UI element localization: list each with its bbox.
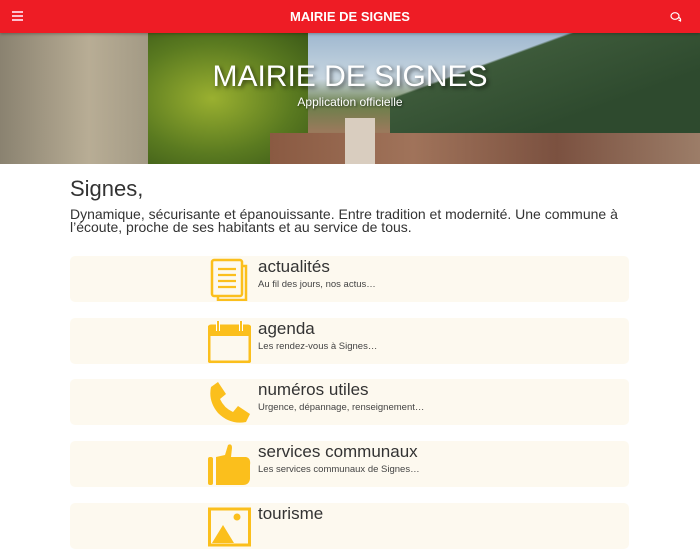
top-app-bar: MAIRIE DE SIGNES: [0, 0, 700, 33]
menu-item-title: services communaux: [258, 442, 418, 461]
menu-item-title: actualités: [258, 257, 330, 276]
menu-item-services-communaux[interactable]: services communaux Les services communau…: [70, 441, 629, 487]
menu-item-desc: Les services communaux de Signes…: [258, 464, 420, 475]
menu-item-numeros-utiles[interactable]: numéros utiles Urgence, dépannage, rense…: [70, 379, 629, 425]
menu-item-actualites[interactable]: actualités Au fil des jours, nos actus…: [70, 256, 629, 302]
intro-section: Signes, Dynamique, sécurisante et épanou…: [70, 176, 640, 234]
chat-button[interactable]: [670, 10, 682, 22]
thumbs-up-icon: [208, 444, 251, 485]
calendar-icon: [208, 321, 251, 363]
hero-subtitle: Application officielle: [297, 95, 403, 109]
menu-item-desc: Au fil des jours, nos actus…: [258, 279, 376, 290]
menu-item-desc: Urgence, dépannage, renseignement…: [258, 402, 425, 413]
chat-bubbles-icon: [670, 12, 682, 22]
hero-title: MAIRIE DE SIGNES: [212, 60, 488, 93]
hero-banner: MAIRIE DE SIGNES Application officielle: [0, 33, 700, 164]
menu-item-title: numéros utiles: [258, 380, 369, 399]
image-icon: [208, 507, 251, 547]
menu-item-title: tourisme: [258, 504, 324, 523]
menu-item-title: agenda: [258, 319, 315, 338]
intro-heading: Signes,: [70, 176, 144, 201]
intro-text: Dynamique, sécurisante et épanouissante.…: [70, 206, 618, 235]
phone-icon: [210, 382, 250, 423]
menu-item-tourisme[interactable]: tourisme: [70, 503, 629, 549]
menu-item-agenda[interactable]: agenda Les rendez-vous à Signes…: [70, 318, 629, 364]
app-title: MAIRIE DE SIGNES: [290, 9, 410, 24]
menu-item-desc: Les rendez-vous à Signes…: [258, 341, 378, 352]
document-icon: [210, 258, 248, 301]
